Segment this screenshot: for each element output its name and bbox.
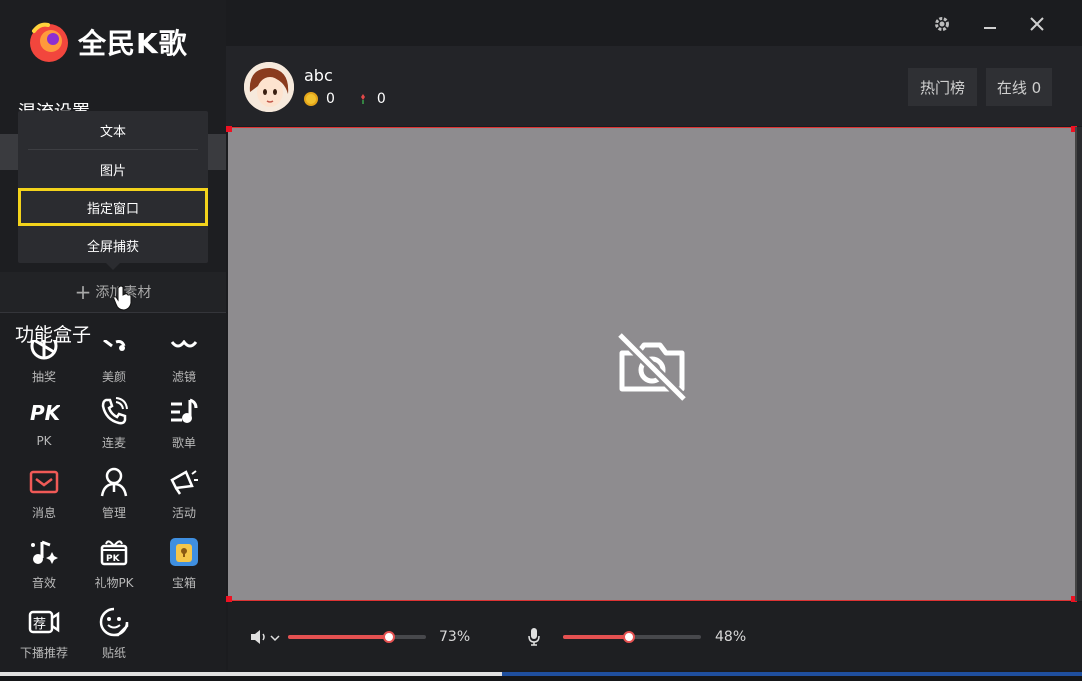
- function-label: 美颜: [101, 370, 126, 384]
- close-icon: [1030, 17, 1044, 31]
- hot-rank-button[interactable]: 热门榜: [908, 68, 977, 106]
- menu-item-image[interactable]: 图片: [18, 150, 208, 188]
- mic-slider[interactable]: [563, 631, 701, 643]
- function-activity[interactable]: 活动: [149, 466, 219, 536]
- volume-slider-fill: [288, 635, 389, 639]
- preview-scrollbar[interactable]: [1075, 127, 1082, 601]
- close-button[interactable]: [1023, 10, 1051, 38]
- function-label: PK: [36, 434, 52, 448]
- app-name: 全民K歌: [78, 27, 188, 60]
- menu-item-specified-window[interactable]: 指定窗口: [18, 188, 208, 226]
- coin-icon: [304, 92, 318, 106]
- speaker-icon[interactable]: [250, 629, 280, 645]
- function-playlist[interactable]: 歌单: [149, 396, 219, 466]
- menu-item-text[interactable]: 文本: [18, 111, 208, 149]
- megaphone-icon: [170, 470, 198, 495]
- flower-count: 0: [376, 91, 386, 107]
- menu-item-fullscreen-capture[interactable]: 全屏捕获: [18, 226, 208, 264]
- function-label: 滤镜: [171, 370, 196, 384]
- function-box-title: 功能盒子: [15, 324, 92, 346]
- function-beauty[interactable]: 美颜: [79, 340, 149, 400]
- function-gift-pk[interactable]: PK 礼物PK: [79, 536, 149, 606]
- mic-percentage: 48%: [715, 629, 747, 645]
- function-grid: 抽奖 美颜 滤镜 PK PK 连麦 歌单 消息 管理 活动 音效 PK 礼物PK…: [0, 340, 226, 670]
- function-lottery[interactable]: 抽奖: [9, 340, 79, 400]
- app-logo: 全民K歌: [28, 20, 208, 64]
- function-message[interactable]: 消息: [9, 466, 79, 536]
- app-logo-icon: [30, 22, 68, 62]
- user-stats: 0 0: [304, 91, 386, 107]
- volume-percentage: 73%: [439, 629, 471, 645]
- sound-effect-icon: [31, 540, 58, 564]
- function-label: 礼物PK: [94, 576, 134, 590]
- function-sticker[interactable]: 贴纸: [79, 606, 149, 670]
- mic-slider-fill: [563, 635, 629, 639]
- message-icon: [29, 470, 59, 494]
- function-label: 宝箱: [171, 576, 196, 590]
- function-label: 连麦: [101, 436, 126, 450]
- volume-slider[interactable]: [288, 631, 426, 643]
- live-preview[interactable]: [226, 126, 1077, 602]
- online-count-button[interactable]: 在线 0: [986, 68, 1052, 106]
- flower-icon: [360, 94, 365, 104]
- function-label: 抽奖: [31, 370, 56, 384]
- function-label: 消息: [31, 506, 56, 520]
- function-label: 歌单: [171, 436, 196, 450]
- add-material-dropdown: 文本 图片 指定窗口 全屏捕获: [18, 111, 208, 263]
- title-bar: [226, 0, 1082, 46]
- function-recommend[interactable]: 荐 下播推荐: [9, 606, 79, 670]
- preview-corner-handle[interactable]: [226, 126, 232, 132]
- function-label: 音效: [31, 576, 56, 590]
- function-sound-effect[interactable]: 音效: [9, 536, 79, 606]
- svg-text:荐: 荐: [33, 617, 46, 632]
- function-treasure-box[interactable]: 宝箱: [149, 536, 219, 606]
- window-footer: [0, 676, 1082, 681]
- gift-pk-icon: PK: [100, 540, 128, 566]
- function-co-host[interactable]: 连麦: [79, 396, 149, 466]
- manage-icon: [100, 467, 128, 497]
- function-filter[interactable]: 滤镜: [149, 340, 219, 400]
- hand-cursor-icon: [113, 285, 132, 311]
- username: abc: [304, 66, 333, 85]
- avatar[interactable]: [244, 62, 294, 112]
- function-label: 活动: [171, 506, 196, 520]
- function-manage[interactable]: 管理: [79, 466, 149, 536]
- sidebar-divider: [0, 312, 226, 313]
- gear-icon: [935, 17, 949, 31]
- phone-icon: [101, 397, 128, 425]
- sidebar: 全民K歌 混流设置 文本 图片 指定窗口 全屏捕获 + 添加素材 功能盒子 抽奖…: [0, 0, 226, 681]
- playlist-icon: [171, 398, 198, 423]
- audio-controls: 73% 48%: [228, 602, 1082, 670]
- recommend-icon: 荐: [28, 610, 60, 634]
- filter-icon: [170, 340, 198, 348]
- svg-text:PK: PK: [30, 401, 60, 425]
- avatar-image: [244, 62, 294, 112]
- function-label: 贴纸: [101, 646, 126, 660]
- mic-slider-knob[interactable]: [623, 631, 635, 643]
- pk-icon: PK: [30, 401, 60, 425]
- user-bar: abc 0 0 热门榜 在线 0: [226, 46, 1082, 126]
- function-label: 下播推荐: [19, 646, 68, 660]
- dropdown-caret: [106, 263, 120, 270]
- plus-icon: +: [74, 280, 92, 304]
- camera-off-icon: [616, 331, 688, 403]
- microphone-icon[interactable]: [528, 628, 540, 646]
- coin-count: 0: [326, 91, 335, 107]
- sticker-icon: [99, 607, 129, 637]
- minimize-button[interactable]: [976, 10, 1004, 38]
- settings-button[interactable]: [928, 10, 956, 38]
- beauty-icon: [103, 340, 126, 351]
- treasure-box-icon: [170, 538, 198, 566]
- svg-text:PK: PK: [106, 554, 121, 564]
- function-pk[interactable]: PK PK: [9, 396, 79, 466]
- function-label: 管理: [101, 506, 126, 520]
- volume-slider-knob[interactable]: [383, 631, 395, 643]
- minimize-icon: [984, 27, 996, 29]
